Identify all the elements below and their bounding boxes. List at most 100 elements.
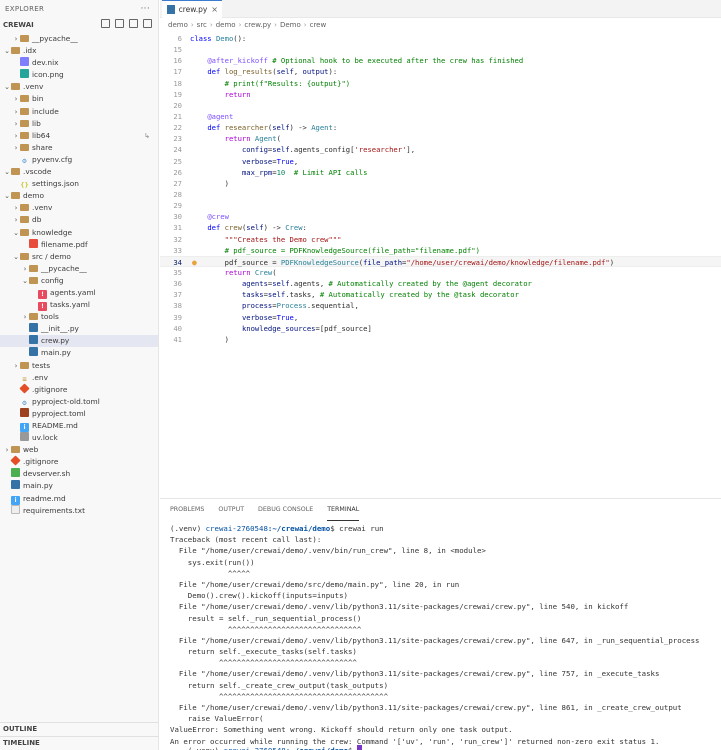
- chevron-down-icon[interactable]: ⌄: [3, 190, 11, 202]
- tree-item[interactable]: › bin: [0, 93, 158, 105]
- tree-item[interactable]: › tests: [0, 360, 158, 372]
- tree-item[interactable]: {} settings.json: [0, 178, 158, 190]
- chevron-right-icon[interactable]: ›: [3, 444, 11, 456]
- code-line[interactable]: 17 def log_results(self, output):: [160, 66, 721, 77]
- tree-item[interactable]: ⌄ .vscode: [0, 166, 158, 178]
- tree-item[interactable]: › db: [0, 214, 158, 226]
- chevron-down-icon[interactable]: ⌄: [3, 166, 11, 178]
- breadcrumb-item[interactable]: crew.py: [244, 21, 271, 29]
- tree-item[interactable]: › __pycache__: [0, 33, 158, 45]
- terminal-prompt[interactable]: (.venv) crewai-2760548:~/crewai/demo$: [170, 736, 362, 750]
- workspace-root[interactable]: CREWAI: [0, 18, 158, 33]
- code-line[interactable]: 37 tasks=self.tasks, # Automatically cre…: [160, 289, 721, 300]
- tree-item[interactable]: ⌄ .venv: [0, 81, 158, 93]
- chevron-right-icon[interactable]: ›: [12, 118, 20, 130]
- collapse-all-icon[interactable]: [143, 19, 152, 28]
- tree-item[interactable]: › lib64 ↳: [0, 130, 158, 142]
- tree-item[interactable]: filename.pdf: [0, 238, 158, 251]
- tree-item[interactable]: ⌄ src / demo: [0, 251, 158, 263]
- new-folder-icon[interactable]: [115, 19, 124, 28]
- code-line[interactable]: 41 ): [160, 334, 721, 345]
- tab-debug-console[interactable]: DEBUG CONSOLE: [258, 499, 313, 521]
- code-line[interactable]: 19 return: [160, 89, 721, 100]
- code-line[interactable]: 18 # print(f"Results: {output}"): [160, 78, 721, 89]
- chevron-right-icon[interactable]: ›: [21, 263, 29, 275]
- tree-item[interactable]: __init__.py: [0, 323, 158, 335]
- code-line[interactable]: 32 """Creates the Demo crew""": [160, 234, 721, 245]
- breadcrumb-item[interactable]: Demo: [280, 21, 301, 29]
- chevron-right-icon[interactable]: ›: [12, 214, 20, 226]
- tree-item[interactable]: › lib: [0, 118, 158, 130]
- tree-item[interactable]: pyproject.toml: [0, 407, 158, 420]
- chevron-right-icon[interactable]: ›: [12, 130, 20, 142]
- refresh-icon[interactable]: [129, 19, 138, 28]
- new-file-icon[interactable]: [101, 19, 110, 28]
- tree-item[interactable]: .gitignore: [0, 455, 158, 468]
- code-line[interactable]: 21 @agent: [160, 111, 721, 122]
- chevron-right-icon[interactable]: ›: [21, 311, 29, 323]
- breadcrumb-item[interactable]: src: [197, 21, 207, 29]
- code-area[interactable]: 6 class Demo(): 15 16 @after_kickoff # Opti…: [160, 33, 721, 497]
- outline-section[interactable]: OUTLINE: [0, 722, 158, 735]
- tree-item[interactable]: ⚙ pyvenv.cfg: [0, 154, 158, 166]
- chevron-down-icon[interactable]: ⌄: [3, 81, 11, 93]
- tree-item[interactable]: i readme.md: [0, 493, 158, 505]
- code-line[interactable]: 20: [160, 100, 721, 111]
- tree-item[interactable]: i README.md: [0, 420, 158, 432]
- chevron-down-icon[interactable]: ⌄: [12, 251, 20, 263]
- terminal-output[interactable]: (.venv) crewai-2760548:~/crewai/demo$ cr…: [170, 523, 721, 747]
- chevron-down-icon[interactable]: ⌄: [3, 45, 11, 57]
- code-line[interactable]: 38 process=Process.sequential,: [160, 300, 721, 311]
- code-line[interactable]: 30 @crew: [160, 211, 721, 222]
- code-line[interactable]: 40 knowledge_sources=[pdf_source]: [160, 323, 721, 334]
- tree-item[interactable]: › __pycache__: [0, 263, 158, 275]
- code-line[interactable]: 24 config=self.agents_config['researcher…: [160, 144, 721, 155]
- chevron-right-icon[interactable]: ›: [12, 106, 20, 118]
- tree-item[interactable]: › include: [0, 106, 158, 118]
- chevron-down-icon[interactable]: ⌄: [21, 275, 29, 287]
- tree-item[interactable]: uv.lock: [0, 432, 158, 444]
- code-line[interactable]: 23 return Agent(: [160, 133, 721, 144]
- tab-terminal[interactable]: TERMINAL: [327, 499, 360, 521]
- tree-item[interactable]: requirements.txt: [0, 504, 158, 517]
- code-line[interactable]: 26 max_rpm=10 # Limit API calls: [160, 167, 721, 178]
- chevron-right-icon[interactable]: ›: [12, 360, 20, 372]
- tree-item[interactable]: ⌄ config: [0, 275, 158, 287]
- tree-item[interactable]: ! tasks.yaml: [0, 299, 158, 312]
- tree-item[interactable]: main.py: [0, 347, 158, 359]
- tab-output[interactable]: OUTPUT: [218, 499, 244, 521]
- tree-item[interactable]: devserver.sh: [0, 468, 158, 480]
- code-line[interactable]: 6 class Demo():: [160, 33, 721, 44]
- more-actions-icon[interactable]: ···: [141, 0, 150, 18]
- tree-item[interactable]: .gitignore: [0, 383, 158, 396]
- code-line[interactable]: 33 # pdf_source = PDFKnowledgeSource(fil…: [160, 245, 721, 256]
- tab-crew-py[interactable]: crew.py ×: [162, 0, 222, 18]
- code-line[interactable]: 31 def crew(self) -> Crew:: [160, 222, 721, 233]
- tree-item[interactable]: main.py: [0, 480, 158, 492]
- tree-item[interactable]: ! agents.yaml: [0, 287, 158, 299]
- tree-item[interactable]: ⌄ demo: [0, 190, 158, 202]
- code-line[interactable]: 28: [160, 189, 721, 200]
- tree-item[interactable]: crew.py: [0, 335, 158, 348]
- tree-item[interactable]: ≡ .env: [0, 372, 158, 384]
- tree-item[interactable]: ⌄ .idx: [0, 45, 158, 57]
- code-line[interactable]: 27 ): [160, 178, 721, 189]
- code-line[interactable]: 22 def researcher(self) -> Agent:: [160, 122, 721, 133]
- breadcrumb-item[interactable]: crew: [310, 21, 327, 29]
- chevron-right-icon[interactable]: ›: [12, 202, 20, 214]
- tree-item[interactable]: ⌄ knowledge: [0, 227, 158, 239]
- code-line[interactable]: 15: [160, 44, 721, 55]
- code-line[interactable]: 29: [160, 200, 721, 211]
- tree-item[interactable]: › tools: [0, 311, 158, 323]
- tree-item[interactable]: › .venv: [0, 202, 158, 214]
- tree-item[interactable]: ⚙ pyproject-old.toml: [0, 396, 158, 408]
- code-line[interactable]: 39 verbose=True,: [160, 312, 721, 323]
- chevron-right-icon[interactable]: ›: [12, 33, 20, 45]
- tree-item[interactable]: icon.png: [0, 69, 158, 81]
- breadcrumb-item[interactable]: demo: [168, 21, 188, 29]
- code-line[interactable]: 36 agents=self.agents, # Automatically c…: [160, 278, 721, 289]
- code-line[interactable]: 35 return Crew(: [160, 267, 721, 278]
- tree-item[interactable]: › web: [0, 444, 158, 456]
- code-line[interactable]: 16 @after_kickoff # Optional hook to be …: [160, 55, 721, 66]
- tree-item[interactable]: › share: [0, 142, 158, 154]
